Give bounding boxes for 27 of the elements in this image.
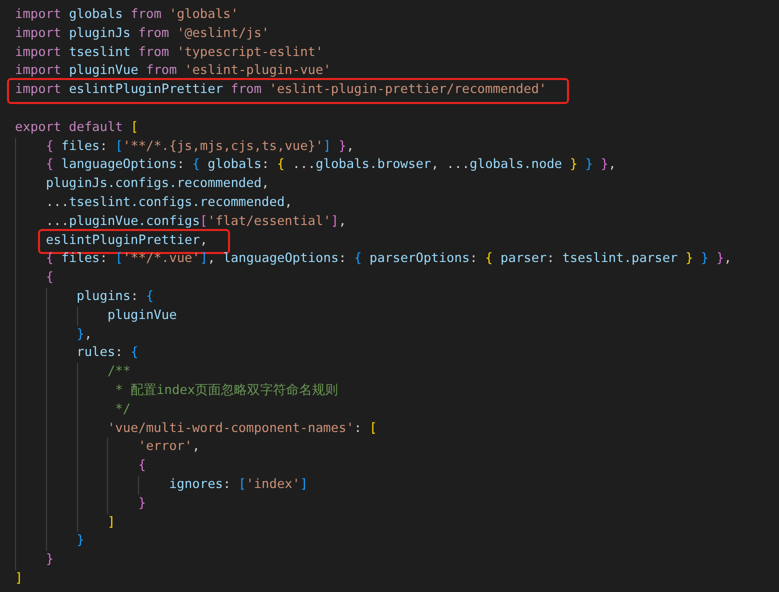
code-line: import pluginVue from 'eslint-plugin-vue' bbox=[15, 62, 331, 80]
code-line: ] bbox=[107, 514, 116, 532]
code-line: ...tseslint.configs.recommended, bbox=[46, 194, 292, 212]
code-line: export default [ bbox=[15, 118, 138, 137]
code-line: { files: ['**/*.{js,mjs,cjs,ts,vue}'] }, bbox=[46, 138, 354, 156]
code-line: import pluginJs from '@eslint/js' bbox=[15, 24, 270, 43]
code-line: } bbox=[138, 494, 146, 513]
code-line: { languageOptions: { globals: { ...globals.browser, ...globals.node } } }, bbox=[46, 156, 616, 174]
code-line: plugins: { bbox=[76, 288, 154, 306]
code-line: ...pluginVue.configs['flat/essential'], bbox=[46, 212, 346, 231]
code-line: 'error', bbox=[138, 438, 200, 456]
code-line: }, bbox=[76, 326, 92, 344]
code-line: /** bbox=[107, 363, 131, 382]
code-line: 'vue/multi-word-component-names': [ bbox=[107, 420, 378, 438]
code-line: import tseslint from 'typescript-eslint' bbox=[15, 44, 324, 62]
code-line: import globals from 'globals' bbox=[15, 6, 238, 24]
code-line: rules: { bbox=[76, 344, 138, 362]
code-line: } bbox=[76, 532, 84, 550]
code-line: ignores: ['index'] bbox=[169, 476, 308, 494]
code-line: pluginVue bbox=[107, 306, 177, 325]
code-line: ] bbox=[15, 570, 23, 588]
code-line: pluginJs.configs.recommended, bbox=[46, 175, 270, 194]
code-line: { bbox=[138, 457, 146, 476]
code-line: */ bbox=[114, 400, 131, 419]
code-line: * 配置index页面忽略双字符命名规则 bbox=[114, 382, 338, 400]
code-line: { bbox=[46, 269, 54, 288]
code-line: } bbox=[46, 551, 54, 570]
